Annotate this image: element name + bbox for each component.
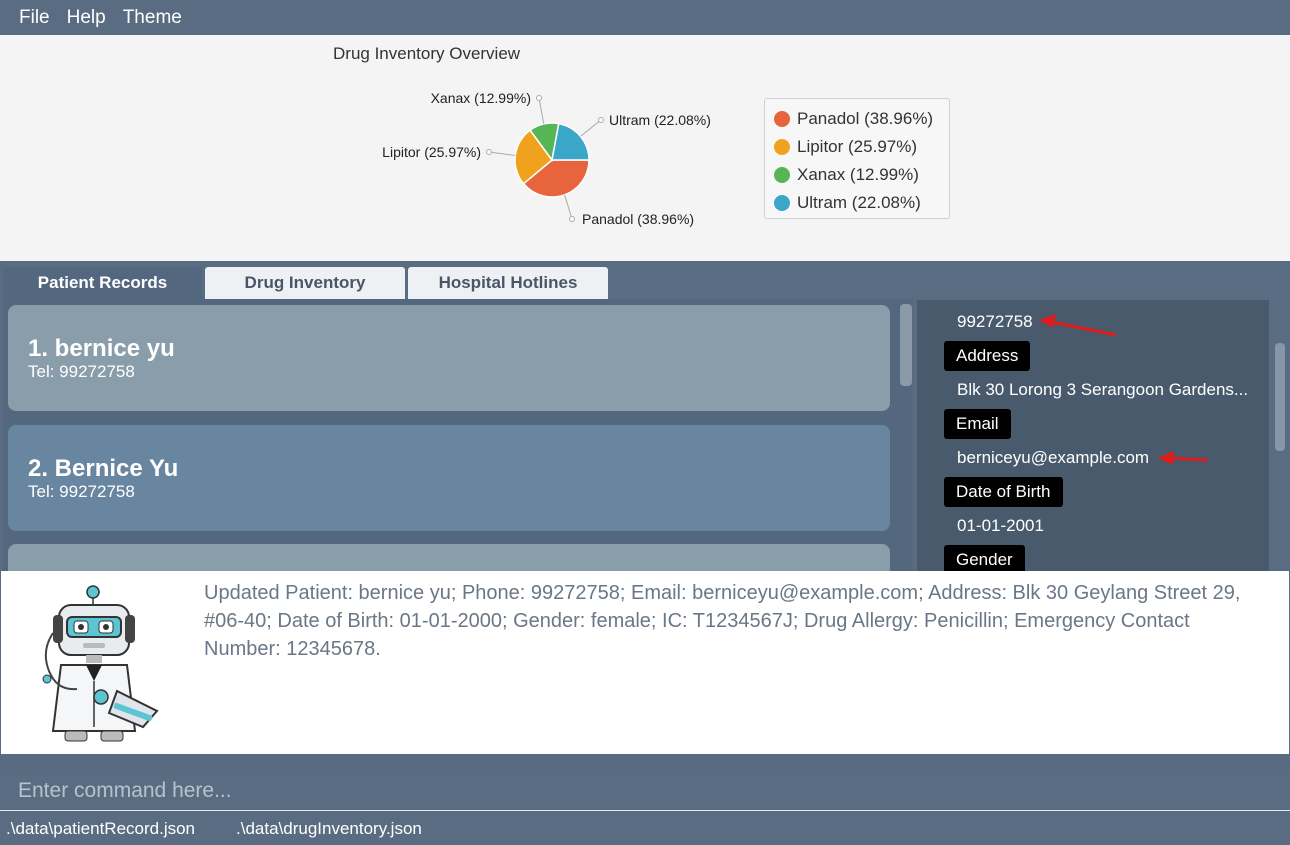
status-patient-file: .\data\patientRecord.json (6, 818, 196, 838)
legend-label: Ultram (22.08%) (797, 193, 921, 212)
legend-label: Lipitor (25.97%) (797, 137, 918, 156)
tab-header: Patient Records Drug Inventory Hospital … (3, 267, 611, 300)
legend-color-swatch (774, 111, 790, 127)
chart-legend: Panadol (38.96%) Lipitor (25.97%) Xanax (1… (764, 98, 950, 219)
pie-label-dot (536, 95, 542, 101)
pie-label-line (564, 194, 573, 220)
patient-list[interactable]: 1. bernice yu Tel: 99272758 2. Bernice Y… (3, 299, 913, 571)
command-box (0, 771, 1290, 811)
tab-drug-inventory[interactable]: Drug Inventory (205, 267, 405, 299)
patient-list-scrollbar[interactable] (900, 304, 912, 386)
patient-details-panel: 99272758 Address Blk 30 Lorong 3 Serango… (917, 300, 1269, 571)
patient-tel: Tel: 99272758 (28, 362, 135, 381)
menu-theme[interactable]: Theme (123, 0, 199, 35)
patient-card[interactable]: 2. Bernice Yu Tel: 99272758 (8, 425, 890, 531)
patient-card[interactable]: 1. bernice yu Tel: 99272758 (8, 305, 890, 411)
legend-label: Panadol (38.96%) (797, 109, 934, 128)
pie-label-dot (598, 117, 604, 123)
annotation-arrows (1039, 314, 1209, 465)
pie-slice (551, 122, 590, 161)
tab-patient-records[interactable]: Patient Records (3, 267, 202, 299)
legend-color-swatch (774, 167, 790, 183)
details-scrollbar[interactable] (1275, 343, 1285, 451)
menu-file[interactable]: File (0, 0, 67, 35)
arrow-icon (1158, 451, 1209, 465)
pie-slice-label: Panadol (38.96%) (582, 211, 694, 227)
command-input[interactable] (0, 771, 1290, 810)
patient-name: 2. Bernice Yu (28, 455, 179, 482)
arrow-icon (1039, 314, 1117, 337)
pie-label-dot (569, 216, 575, 222)
legend-color-swatch (774, 195, 790, 211)
pie-label-dot (486, 149, 492, 155)
result-message: Updated Patient: bernice yu; Phone: 9927… (204, 582, 1241, 660)
pie-slice-label: Ultram (22.08%) (609, 112, 711, 128)
menu-help[interactable]: Help (67, 0, 123, 35)
result-display: Updated Patient: bernice yu; Phone: 9927… (1, 571, 1289, 754)
pie-label-line (538, 97, 545, 125)
status-drug-file: .\data\drugInventory.json (236, 818, 422, 838)
menu-bar: File Help Theme (0, 0, 1290, 35)
chart-title: Drug Inventory Overview (333, 44, 521, 63)
pie-slice-label: Xanax (12.99%) (431, 90, 531, 106)
pie-label-line (580, 119, 602, 137)
robot-mascot-icon (42, 585, 159, 742)
legend-item: Ultram (22.08%) (774, 189, 949, 217)
tab-hospital-hotlines[interactable]: Hospital Hotlines (408, 267, 608, 299)
status-bar: .\data\patientRecord.json .\data\drugInv… (0, 812, 1290, 845)
legend-label: Xanax (12.99%) (797, 165, 919, 184)
patient-name: 1. bernice yu (28, 335, 175, 362)
pie-chart: Drug Inventory Overview Panadol (38.96%)… (333, 44, 711, 227)
patient-card[interactable] (8, 544, 890, 571)
pie-slice-label: Lipitor (25.97%) (382, 144, 481, 160)
patient-tel: Tel: 99272758 (28, 482, 135, 501)
pie-label-line (488, 151, 516, 156)
tab-pane: Patient Records Drug Inventory Hospital … (0, 261, 1290, 571)
legend-color-swatch (774, 139, 790, 155)
legend-item: Panadol (38.96%) (774, 105, 949, 133)
legend-item: Lipitor (25.97%) (774, 133, 949, 161)
legend-item: Xanax (12.99%) (774, 161, 949, 189)
drug-inventory-chart-panel: Drug Inventory Overview Panadol (38.96%)… (0, 35, 1290, 261)
